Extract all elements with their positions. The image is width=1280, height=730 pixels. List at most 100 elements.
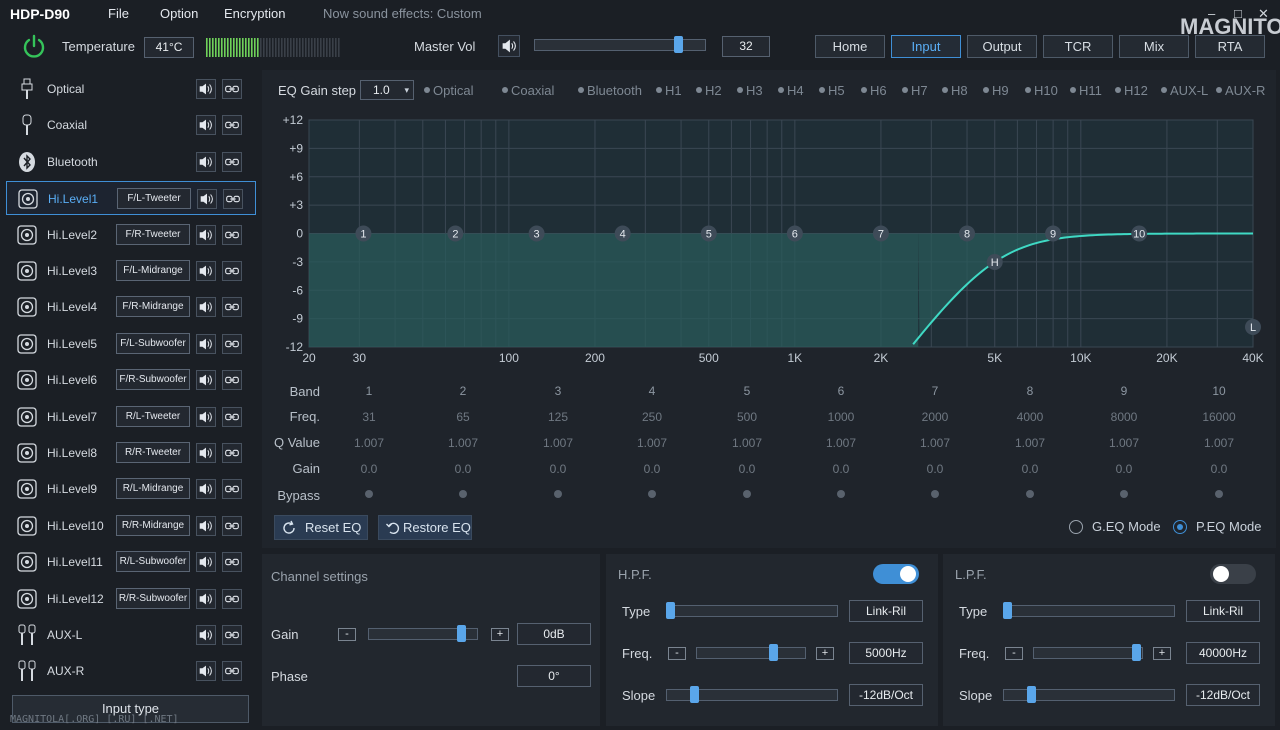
channel-row[interactable]: Hi.Level7 R/L-Tweeter — [6, 400, 256, 434]
lpf-type-slider[interactable] — [1003, 605, 1175, 617]
band-q[interactable]: 1.007 — [717, 436, 777, 450]
channel-row[interactable]: Hi.Level11 R/L-Subwoofer — [6, 545, 256, 579]
speaker-icon[interactable] — [196, 588, 216, 609]
band-freq[interactable]: 65 — [433, 410, 493, 424]
tab-input[interactable]: Input — [891, 35, 961, 58]
band-q[interactable]: 1.007 — [811, 436, 871, 450]
lpf-freq-minus-button[interactable]: - — [1005, 647, 1023, 660]
channel-row[interactable]: AUX-L — [6, 618, 256, 652]
channel-row[interactable]: Bluetooth — [6, 145, 256, 179]
restore-eq-button[interactable]: Restore EQ — [378, 515, 472, 540]
band-marker[interactable]: 1 — [355, 225, 372, 242]
channel-row[interactable]: Hi.Level3 F/L-Midrange — [6, 254, 256, 288]
tab-output[interactable]: Output — [967, 35, 1037, 58]
channel-row[interactable]: Hi.Level6 F/R-Subwoofer — [6, 363, 256, 397]
maximize-button[interactable]: □ — [1234, 6, 1242, 21]
link-icon[interactable] — [222, 552, 242, 573]
band-bypass[interactable] — [554, 490, 562, 498]
source-item[interactable]: H1 — [656, 83, 682, 98]
link-icon[interactable] — [222, 224, 242, 245]
band-bypass[interactable] — [1215, 490, 1223, 498]
link-icon[interactable] — [222, 443, 242, 463]
lpf-marker[interactable]: L — [1245, 319, 1261, 335]
hpf-type-slider-thumb[interactable] — [666, 602, 675, 619]
speaker-icon[interactable] — [196, 443, 216, 463]
band-q[interactable]: 1.007 — [1094, 436, 1154, 450]
link-icon[interactable] — [222, 79, 242, 99]
band-gain[interactable]: 0.0 — [1189, 462, 1249, 476]
link-icon[interactable] — [222, 479, 242, 500]
menu-file[interactable]: File — [108, 6, 129, 21]
master-vol-value[interactable]: 32 — [722, 36, 770, 57]
speaker-icon[interactable] — [196, 79, 216, 99]
channel-tag[interactable]: R/L-Tweeter — [116, 405, 190, 427]
channel-tag[interactable]: R/L-Subwoofer — [116, 551, 190, 573]
band-bypass[interactable] — [931, 490, 939, 498]
channel-row[interactable]: Hi.Level5 F/L-Subwoofer — [6, 327, 256, 361]
channel-tag[interactable]: F/L-Subwoofer — [116, 332, 190, 354]
band-gain[interactable]: 0.0 — [528, 462, 588, 476]
speaker-icon[interactable] — [196, 661, 216, 682]
band-bypass[interactable] — [648, 490, 656, 498]
lpf-freq-value[interactable]: 40000Hz — [1186, 642, 1260, 664]
gain-minus-button[interactable]: - — [338, 628, 356, 641]
band-freq[interactable]: 4000 — [1000, 410, 1060, 424]
tab-rta[interactable]: RTA — [1195, 35, 1265, 58]
band-marker[interactable]: 9 — [1045, 225, 1062, 242]
band-bypass[interactable] — [365, 490, 373, 498]
channel-row[interactable]: Hi.Level12 R/R-Subwoofer — [6, 582, 256, 616]
band-freq[interactable]: 8000 — [1094, 410, 1154, 424]
phase-value[interactable]: 0° — [517, 665, 591, 687]
band-freq[interactable]: 250 — [622, 410, 682, 424]
band-gain[interactable]: 0.0 — [905, 462, 965, 476]
hpf-slope-value[interactable]: -12dB/Oct — [849, 684, 923, 706]
link-icon[interactable] — [222, 406, 242, 427]
band-freq[interactable]: 1000 — [811, 410, 871, 424]
source-item[interactable]: H5 — [819, 83, 845, 98]
hpf-freq-minus-button[interactable]: - — [668, 647, 686, 660]
lpf-freq-slider[interactable] — [1033, 647, 1143, 659]
channel-tag[interactable]: F/R-Midrange — [116, 296, 190, 318]
source-item[interactable]: H4 — [778, 83, 804, 98]
hpf-freq-plus-button[interactable]: + — [816, 647, 834, 660]
link-icon[interactable] — [222, 588, 242, 609]
channel-tag[interactable]: R/L-Midrange — [116, 478, 190, 500]
link-icon[interactable] — [222, 625, 242, 645]
link-icon[interactable] — [222, 370, 242, 391]
band-q[interactable]: 1.007 — [433, 436, 493, 450]
power-icon[interactable] — [20, 33, 48, 61]
link-icon[interactable] — [222, 115, 242, 136]
close-button[interactable]: ✕ — [1258, 6, 1269, 22]
channel-row[interactable]: Hi.Level9 R/L-Midrange — [6, 472, 256, 506]
hpf-freq-slider-thumb[interactable] — [768, 644, 778, 661]
band-freq[interactable]: 16000 — [1189, 410, 1249, 424]
band-freq[interactable]: 2000 — [905, 410, 965, 424]
band-marker[interactable]: 2 — [447, 225, 464, 242]
channel-row[interactable]: Hi.Level10 R/R-Midrange — [6, 509, 256, 543]
band-gain[interactable]: 0.0 — [1094, 462, 1154, 476]
lpf-freq-plus-button[interactable]: + — [1153, 647, 1171, 660]
speaker-icon[interactable] — [197, 189, 217, 210]
speaker-icon[interactable] — [196, 261, 216, 281]
hpf-freq-value[interactable]: 5000Hz — [849, 642, 923, 664]
speaker-icon[interactable] — [196, 115, 216, 136]
channel-row[interactable]: Hi.Level8 R/R-Tweeter — [6, 436, 256, 470]
eq-gain-step-select[interactable]: 1.0 ▾ — [360, 80, 414, 100]
band-marker[interactable]: 6 — [786, 225, 803, 242]
band-marker[interactable]: 8 — [959, 225, 976, 242]
hpf-type-value[interactable]: Link-Ril — [849, 600, 923, 622]
speaker-icon[interactable] — [196, 479, 216, 500]
band-marker[interactable]: 4 — [614, 225, 631, 242]
master-vol-thumb[interactable] — [674, 36, 684, 53]
hpf-marker[interactable]: H — [986, 253, 1003, 270]
source-item[interactable]: H11 — [1070, 83, 1102, 98]
menu-option[interactable]: Option — [160, 6, 198, 21]
hpf-freq-slider[interactable] — [696, 647, 806, 659]
lpf-slope-slider-thumb[interactable] — [1027, 686, 1037, 703]
tab-mix[interactable]: Mix — [1119, 35, 1189, 58]
speaker-icon[interactable] — [196, 515, 216, 536]
source-item[interactable]: H12 — [1115, 83, 1148, 98]
speaker-icon[interactable] — [196, 224, 216, 245]
link-icon[interactable] — [222, 515, 242, 536]
band-bypass[interactable] — [1120, 490, 1128, 498]
